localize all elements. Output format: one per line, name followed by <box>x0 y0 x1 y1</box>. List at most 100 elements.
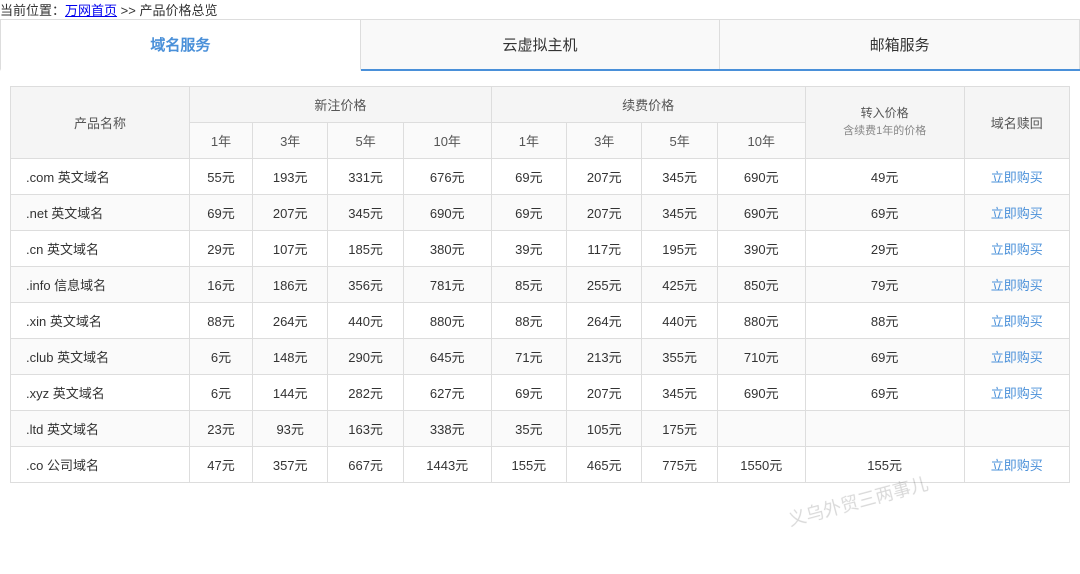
renewal-price-cell: 690元 <box>717 195 805 231</box>
new-price-cell: 282元 <box>328 375 403 411</box>
renewal-price-cell: 69元 <box>491 375 566 411</box>
product-name-cell: .ltd 英文域名 <box>11 411 190 447</box>
buy-now-cell[interactable]: 立即购买 <box>964 267 1069 303</box>
renewal-price-cell: 117元 <box>567 231 642 267</box>
new-price-cell: 93元 <box>253 411 328 447</box>
new-price-cell: 193元 <box>253 159 328 195</box>
renewal-price-cell: 85元 <box>491 267 566 303</box>
renewal-price-cell: 88元 <box>491 303 566 339</box>
breadcrumb-prefix: 当前位置： <box>0 3 65 18</box>
buy-now-cell[interactable] <box>964 411 1069 447</box>
tab-email[interactable]: 邮箱服务 <box>720 19 1080 69</box>
renewal-price-cell: 440元 <box>642 303 717 339</box>
new-price-cell: 16元 <box>190 267 253 303</box>
renewal-price-cell: 35元 <box>491 411 566 447</box>
breadcrumb-separator: >> <box>117 3 139 18</box>
buy-now-cell[interactable]: 立即购买 <box>964 447 1069 483</box>
renewal-price-cell: 690元 <box>717 159 805 195</box>
new-price-cell: 185元 <box>328 231 403 267</box>
renewal-price-cell: 175元 <box>642 411 717 447</box>
new-price-cell: 264元 <box>253 303 328 339</box>
buy-now-button[interactable]: 立即购买 <box>991 170 1043 185</box>
new-price-cell: 88元 <box>190 303 253 339</box>
transfer-price-cell: 29元 <box>805 231 964 267</box>
buyback-header: 域名赎回 <box>964 87 1069 159</box>
new-price-cell: 6元 <box>190 339 253 375</box>
product-name-cell: .xyz 英文域名 <box>11 375 190 411</box>
transfer-price-header: 转入价格 含续费1年的价格 <box>805 87 964 159</box>
transfer-price-cell: 79元 <box>805 267 964 303</box>
tabs-container: 域名服务 云虚拟主机 邮箱服务 <box>0 19 1080 71</box>
new-year-3: 3年 <box>253 123 328 159</box>
renewal-price-cell: 105元 <box>567 411 642 447</box>
transfer-price-cell: 49元 <box>805 159 964 195</box>
renewal-price-cell: 710元 <box>717 339 805 375</box>
new-price-cell: 107元 <box>253 231 328 267</box>
transfer-price-cell: 69元 <box>805 375 964 411</box>
renewal-price-header: 续费价格 <box>491 87 805 123</box>
main-content: 产品名称 新注价格 续费价格 转入价格 含续费1年的价格 域名赎回 1年 3年 … <box>0 71 1080 498</box>
new-price-cell: 781元 <box>403 267 491 303</box>
renewal-price-cell: 195元 <box>642 231 717 267</box>
new-price-cell: 29元 <box>190 231 253 267</box>
new-price-cell: 144元 <box>253 375 328 411</box>
tab-domain[interactable]: 域名服务 <box>0 19 361 71</box>
renewal-price-cell <box>717 411 805 447</box>
buy-now-button[interactable]: 立即购买 <box>991 386 1043 401</box>
renewal-price-cell: 425元 <box>642 267 717 303</box>
buy-now-cell[interactable]: 立即购买 <box>964 231 1069 267</box>
tab-cloud-host[interactable]: 云虚拟主机 <box>361 19 721 69</box>
renewal-price-cell: 355元 <box>642 339 717 375</box>
new-price-cell: 331元 <box>328 159 403 195</box>
new-price-cell: 667元 <box>328 447 403 483</box>
buy-now-button[interactable]: 立即购买 <box>991 314 1043 329</box>
renewal-price-cell: 465元 <box>567 447 642 483</box>
buy-now-button[interactable]: 立即购买 <box>991 242 1043 257</box>
renewal-price-cell: 207元 <box>567 195 642 231</box>
buy-now-button[interactable]: 立即购买 <box>991 350 1043 365</box>
new-price-cell: 357元 <box>253 447 328 483</box>
renewal-price-cell: 155元 <box>491 447 566 483</box>
renewal-year-10: 10年 <box>717 123 805 159</box>
new-year-5: 5年 <box>328 123 403 159</box>
renewal-price-cell: 345元 <box>642 195 717 231</box>
new-price-cell: 627元 <box>403 375 491 411</box>
product-name-cell: .club 英文域名 <box>11 339 190 375</box>
transfer-price-cell: 88元 <box>805 303 964 339</box>
buy-now-cell[interactable]: 立即购买 <box>964 159 1069 195</box>
new-price-cell: 645元 <box>403 339 491 375</box>
new-year-1: 1年 <box>190 123 253 159</box>
buy-now-button[interactable]: 立即购买 <box>991 206 1043 221</box>
product-name-cell: .com 英文域名 <box>11 159 190 195</box>
new-price-cell: 380元 <box>403 231 491 267</box>
renewal-price-cell: 69元 <box>491 159 566 195</box>
new-price-cell: 148元 <box>253 339 328 375</box>
new-price-cell: 345元 <box>328 195 403 231</box>
new-price-cell: 163元 <box>328 411 403 447</box>
new-year-10: 10年 <box>403 123 491 159</box>
renewal-price-cell: 213元 <box>567 339 642 375</box>
new-price-cell: 69元 <box>190 195 253 231</box>
renewal-price-cell: 207元 <box>567 159 642 195</box>
new-price-header: 新注价格 <box>190 87 492 123</box>
breadcrumb-home-link[interactable]: 万网首页 <box>65 3 117 18</box>
buy-now-cell[interactable]: 立即购买 <box>964 303 1069 339</box>
product-name-cell: .info 信息域名 <box>11 267 190 303</box>
transfer-price-cell: 69元 <box>805 195 964 231</box>
buy-now-button[interactable]: 立即购买 <box>991 458 1043 473</box>
buy-now-cell[interactable]: 立即购买 <box>964 375 1069 411</box>
breadcrumb-current: 产品价格总览 <box>139 3 217 18</box>
renewal-price-cell: 390元 <box>717 231 805 267</box>
buy-now-cell[interactable]: 立即购买 <box>964 339 1069 375</box>
buy-now-button[interactable]: 立即购买 <box>991 278 1043 293</box>
breadcrumb: 当前位置：万网首页 >> 产品价格总览 <box>0 0 1080 19</box>
renewal-price-cell: 775元 <box>642 447 717 483</box>
new-price-cell: 23元 <box>190 411 253 447</box>
new-price-cell: 440元 <box>328 303 403 339</box>
transfer-price-cell <box>805 411 964 447</box>
renewal-price-cell: 345元 <box>642 375 717 411</box>
new-price-cell: 880元 <box>403 303 491 339</box>
renewal-price-cell: 1550元 <box>717 447 805 483</box>
new-price-cell: 55元 <box>190 159 253 195</box>
buy-now-cell[interactable]: 立即购买 <box>964 195 1069 231</box>
